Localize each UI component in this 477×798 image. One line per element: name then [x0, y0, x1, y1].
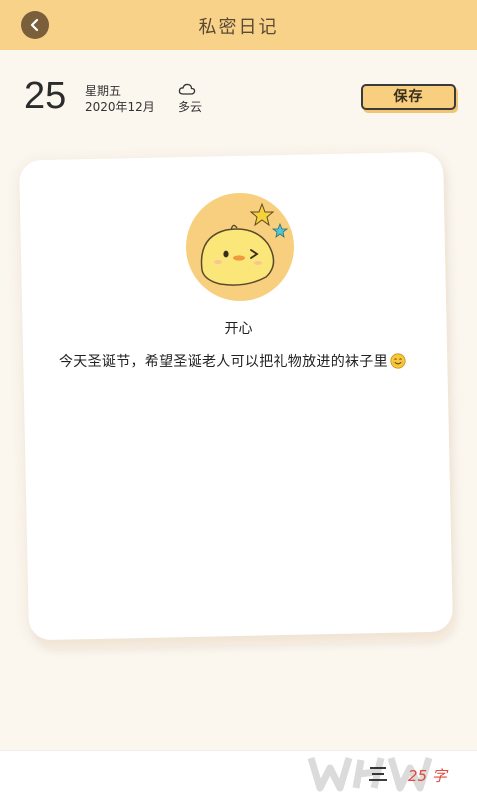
- menu-icon[interactable]: [368, 765, 388, 783]
- diary-entry-text[interactable]: 今天圣诞节，希望圣诞老人可以把礼物放进的袜子里: [59, 350, 424, 374]
- watermark-brand-text: 25 字: [408, 767, 447, 785]
- date-day: 25: [24, 75, 67, 117]
- save-button[interactable]: 保存: [361, 84, 456, 110]
- page-title: 私密日记: [198, 17, 279, 38]
- app-header: 私密日记: [0, 0, 477, 50]
- happy-chick-icon[interactable]: [176, 192, 304, 302]
- cloud-icon: [178, 83, 196, 95]
- date-weekday: 星期五: [85, 84, 122, 98]
- weather-label: 多云: [178, 100, 203, 114]
- date-year-month: 2020年12月: [85, 100, 155, 114]
- mood-label: 开心: [224, 321, 253, 337]
- smiling-face-icon: [390, 353, 406, 369]
- diary-entry-body: 今天圣诞节，希望圣诞老人可以把礼物放进的袜子里: [59, 354, 388, 370]
